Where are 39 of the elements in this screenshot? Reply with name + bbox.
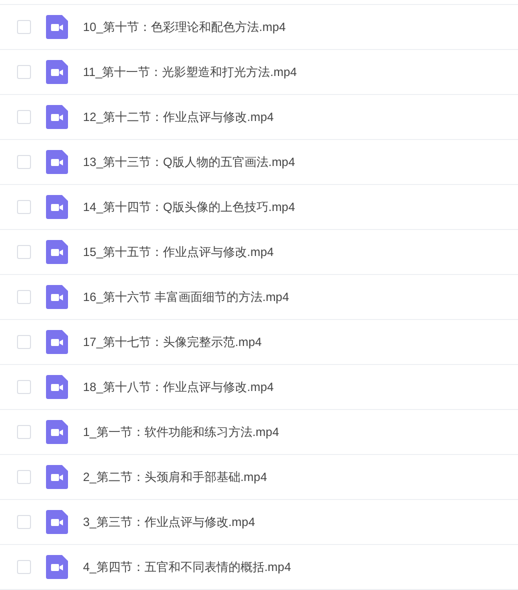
file-name[interactable]: 15_第十五节：作业点评与修改.mp4 [83, 243, 274, 261]
video-file-icon [46, 555, 68, 579]
video-file-icon [46, 420, 68, 444]
checkbox[interactable] [17, 470, 31, 484]
video-file-icon [46, 330, 68, 354]
video-file-icon [46, 15, 68, 39]
checkbox[interactable] [17, 335, 31, 349]
file-name[interactable]: 13_第十三节：Q版人物的五官画法.mp4 [83, 153, 296, 171]
checkbox[interactable] [17, 560, 31, 574]
checkbox[interactable] [17, 380, 31, 394]
video-file-icon [46, 240, 68, 264]
video-file-icon [46, 105, 68, 129]
file-name[interactable]: 3_第三节：作业点评与修改.mp4 [83, 513, 256, 531]
checkbox[interactable] [17, 290, 31, 304]
file-name[interactable]: 10_第十节：色彩理论和配色方法.mp4 [83, 18, 286, 36]
checkbox[interactable] [17, 200, 31, 214]
checkbox[interactable] [17, 425, 31, 439]
video-file-icon [46, 375, 68, 399]
video-file-icon [46, 510, 68, 534]
file-name[interactable]: 17_第十七节：头像完整示范.mp4 [83, 333, 262, 351]
checkbox[interactable] [17, 65, 31, 79]
video-file-icon [46, 465, 68, 489]
checkbox[interactable] [17, 515, 31, 529]
file-name[interactable]: 2_第二节：头颈肩和手部基础.mp4 [83, 468, 268, 486]
file-name[interactable]: 12_第十二节：作业点评与修改.mp4 [83, 108, 274, 126]
file-name[interactable]: 1_第一节：软件功能和练习方法.mp4 [83, 423, 280, 441]
video-file-icon [46, 195, 68, 219]
checkbox[interactable] [17, 155, 31, 169]
file-name[interactable]: 18_第十八节：作业点评与修改.mp4 [83, 378, 274, 396]
file-name[interactable]: 14_第十四节：Q版头像的上色技巧.mp4 [83, 198, 296, 216]
video-file-icon [46, 60, 68, 84]
checkbox[interactable] [17, 245, 31, 259]
file-name[interactable]: 4_第四节：五官和不同表情的概括.mp4 [83, 558, 292, 576]
checkbox[interactable] [17, 110, 31, 124]
checkbox[interactable] [17, 20, 31, 34]
file-name[interactable]: 11_第十一节：光影塑造和打光方法.mp4 [83, 63, 297, 81]
file-name[interactable]: 16_第十六节 丰富画面细节的方法.mp4 [83, 288, 290, 306]
video-file-icon [46, 285, 68, 309]
video-file-icon [46, 150, 68, 174]
